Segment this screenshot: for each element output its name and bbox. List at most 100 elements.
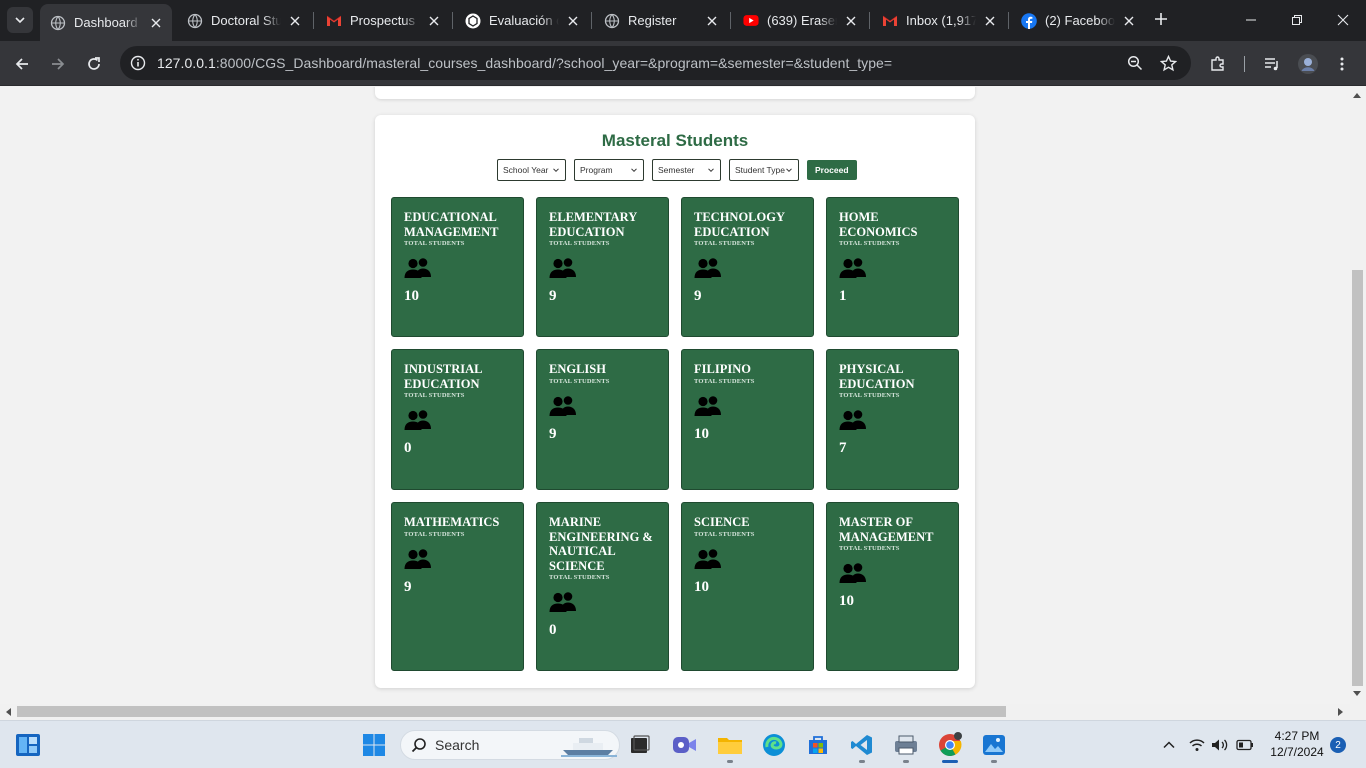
tab-close-icon[interactable] <box>843 13 859 29</box>
restore-button[interactable] <box>1284 8 1310 32</box>
chrome-menu-button[interactable] <box>1330 52 1354 76</box>
total-students-label: TOTAL STUDENTS <box>839 392 900 399</box>
scroll-down-arrow-icon[interactable] <box>1352 690 1362 698</box>
battery-button[interactable] <box>1232 731 1258 759</box>
semester-label: Semester <box>658 165 695 175</box>
tab-title: Inbox (1,917) <box>906 13 976 28</box>
photos-button[interactable] <box>980 731 1008 759</box>
chrome-taskbar-button[interactable] <box>936 731 964 759</box>
video-camera-icon <box>673 737 696 753</box>
show-hidden-icons-button[interactable] <box>1156 731 1182 759</box>
more-vert-icon <box>1340 57 1344 71</box>
address-bar[interactable]: 127.0.0.1:8000/CGS_Dashboard/masteral_co… <box>120 46 1191 80</box>
course-card[interactable]: TECHNOLOGY EDUCATION TOTAL STUDENTS 9 <box>681 197 814 337</box>
notification-badge[interactable]: 2 <box>1330 737 1346 753</box>
browser-tab[interactable]: Evaluación d <box>455 6 589 35</box>
vertical-scrollbar-thumb[interactable] <box>1352 270 1363 686</box>
arrow-right-icon <box>52 58 65 70</box>
tab-close-icon[interactable] <box>1121 13 1137 29</box>
course-card[interactable]: SCIENCE TOTAL STUDENTS 10 <box>681 502 814 671</box>
reload-button[interactable] <box>80 50 108 78</box>
horizontal-scrollbar-thumb[interactable] <box>17 706 1006 717</box>
tab-title: Prospectus S <box>350 13 420 28</box>
course-card[interactable]: MASTER OF MANAGEMENT TOTAL STUDENTS 10 <box>826 502 959 671</box>
course-name: FILIPINO <box>694 362 751 376</box>
site-info-button[interactable] <box>128 53 148 73</box>
volume-button[interactable] <box>1207 731 1233 759</box>
minimize-icon <box>1246 19 1256 21</box>
info-icon <box>130 55 146 71</box>
course-card[interactable]: MARINE ENGINEERING & NAUTICAL SCIENCE TOT… <box>536 502 669 671</box>
course-card[interactable]: MATHEMATICS TOTAL STUDENTS 9 <box>391 502 524 671</box>
school-year-select[interactable]: School Year <box>497 159 566 181</box>
course-card[interactable]: ELEMENTARY EDUCATION TOTAL STUDENTS 9 <box>536 197 669 337</box>
browser-tab[interactable]: Doctoral Stu <box>177 6 311 35</box>
course-card[interactable]: EDUCATIONAL MANAGEMENT TOTAL STUDENTS 10 <box>391 197 524 337</box>
student-count: 0 <box>404 440 412 456</box>
remote-app-button[interactable] <box>892 731 920 759</box>
teams-meet-button[interactable] <box>671 731 699 759</box>
running-indicator <box>727 760 733 763</box>
running-indicator <box>859 760 865 763</box>
new-tab-button[interactable] <box>1150 8 1172 30</box>
scroll-right-arrow-icon[interactable] <box>1337 707 1345 717</box>
gmail-icon <box>326 13 342 29</box>
vscode-button[interactable] <box>848 731 876 759</box>
url-host: 127.0.0.1 <box>157 55 216 71</box>
browser-tab[interactable]: (2) Facebook <box>1011 6 1145 35</box>
program-select[interactable]: Program <box>574 159 644 181</box>
semester-select[interactable]: Semester <box>652 159 721 181</box>
tab-search-button[interactable] <box>7 7 33 33</box>
media-control-button[interactable] <box>1260 52 1284 76</box>
tab-close-icon[interactable] <box>148 15 164 31</box>
tab-close-icon[interactable] <box>982 13 998 29</box>
student-type-select[interactable]: Student Type <box>729 159 799 181</box>
task-view-button[interactable] <box>626 731 654 759</box>
close-window-button[interactable] <box>1330 8 1356 32</box>
tab-close-icon[interactable] <box>565 13 581 29</box>
students-group-icon <box>694 395 722 417</box>
forward-button[interactable] <box>44 50 72 78</box>
course-card[interactable]: ENGLISH TOTAL STUDENTS 9 <box>536 349 669 490</box>
youtube-icon <box>743 13 759 29</box>
url-text: 127.0.0.1:8000/CGS_Dashboard/masteral_co… <box>157 55 892 71</box>
back-button[interactable] <box>8 50 36 78</box>
browser-tab[interactable]: (639) Eraser <box>733 6 867 35</box>
widgets-button[interactable] <box>14 731 42 759</box>
tab-close-icon[interactable] <box>704 13 720 29</box>
browser-tab-bar: Dashboard P Doctoral Stu Prospectus S Evalu… <box>0 0 1366 41</box>
course-name: PHYSICAL EDUCATION <box>839 362 915 391</box>
file-explorer-button[interactable] <box>716 731 744 759</box>
chevron-down-icon <box>630 166 638 174</box>
tab-close-icon[interactable] <box>287 13 303 29</box>
volume-icon <box>1212 739 1228 751</box>
students-group-icon <box>839 409 867 431</box>
browser-tab[interactable]: Prospectus S <box>316 6 450 35</box>
scroll-up-arrow-icon[interactable] <box>1352 91 1362 99</box>
browser-tab[interactable]: Inbox (1,917) <box>872 6 1006 35</box>
proceed-button[interactable]: Proceed <box>807 160 857 180</box>
zoom-button[interactable] <box>1125 53 1145 73</box>
profile-avatar-button[interactable] <box>1296 52 1320 76</box>
clock[interactable]: 4:27 PM 12/7/2024 <box>1268 728 1326 760</box>
tab-close-icon[interactable] <box>426 13 442 29</box>
scroll-left-arrow-icon[interactable] <box>4 707 12 717</box>
extensions-button[interactable] <box>1206 52 1230 76</box>
microsoft-store-button[interactable] <box>804 731 832 759</box>
avatar-icon <box>1298 54 1318 74</box>
students-group-icon <box>549 257 577 279</box>
browser-toolbar: 127.0.0.1:8000/CGS_Dashboard/masteral_co… <box>0 41 1366 86</box>
minimize-button[interactable] <box>1238 8 1264 32</box>
bookmark-button[interactable] <box>1158 53 1178 73</box>
course-card[interactable]: PHYSICAL EDUCATION TOTAL STUDENTS 7 <box>826 349 959 490</box>
student-type-label: Student Type <box>735 165 785 175</box>
browser-tab[interactable]: Register <box>594 6 728 35</box>
edge-button[interactable] <box>760 731 788 759</box>
course-card[interactable]: HOME ECONOMICS TOTAL STUDENTS 1 <box>826 197 959 337</box>
taskbar-search-box[interactable]: Search <box>400 730 620 760</box>
total-students-label: TOTAL STUDENTS <box>839 240 900 247</box>
browser-tab[interactable]: Dashboard P <box>40 4 172 41</box>
course-card[interactable]: FILIPINO TOTAL STUDENTS 10 <box>681 349 814 490</box>
course-card[interactable]: INDUSTRIAL EDUCATION TOTAL STUDENTS 0 <box>391 349 524 490</box>
start-button[interactable] <box>360 731 388 759</box>
